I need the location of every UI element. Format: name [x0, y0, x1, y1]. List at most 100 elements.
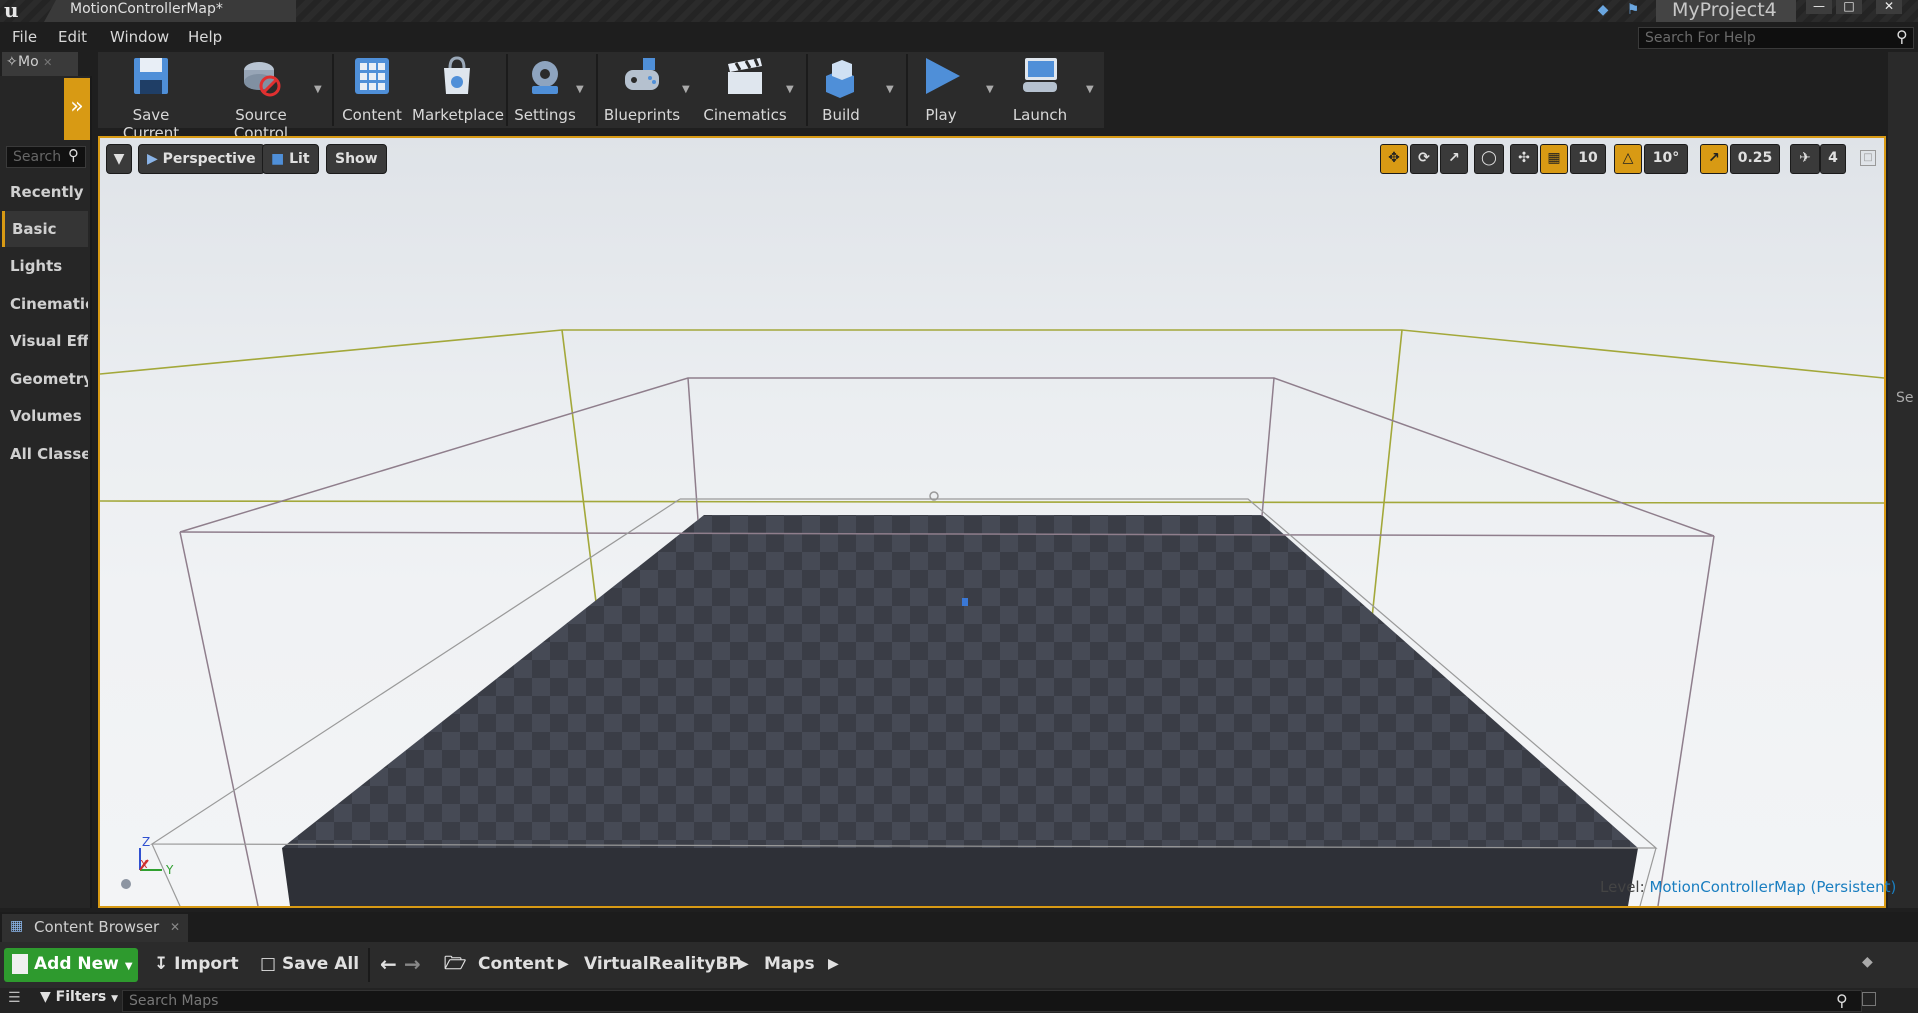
chevron-down-icon[interactable]: ▼: [1086, 84, 1096, 95]
perspective-button[interactable]: ▶ Perspective: [138, 144, 265, 174]
breadcrumb-arrow-icon[interactable]: ▶: [738, 948, 749, 980]
place-category-volumes[interactable]: Volumes: [2, 398, 88, 434]
expand-icon[interactable]: »: [64, 78, 90, 140]
details-panel-strip: [1888, 52, 1918, 908]
scale-snap-icon[interactable]: ↗: [1700, 144, 1728, 174]
translate-icon[interactable]: ✥: [1380, 144, 1408, 174]
place-category-geometry[interactable]: Geometry: [2, 361, 88, 397]
launch-label: Launch: [1012, 106, 1068, 124]
filters-label: Filters: [55, 989, 107, 1005]
content-browser-tab[interactable]: Content Browser: [2, 914, 188, 942]
breadcrumb-arrow-icon[interactable]: ▶: [558, 948, 569, 980]
source-control-button[interactable]: Source Control: [208, 54, 314, 142]
blueprints-icon: [625, 58, 659, 90]
search-icon[interactable]: ⚲: [1836, 991, 1848, 1010]
unreal-logo-icon: u: [4, 0, 19, 22]
add-new-label: Add New: [34, 954, 119, 974]
close-icon[interactable]: ✕: [170, 920, 180, 934]
place-category-basic[interactable]: Basic: [2, 211, 88, 247]
launch-button[interactable]: Launch: [1008, 54, 1072, 124]
rotate-icon[interactable]: ⟳: [1410, 144, 1438, 174]
chevron-down-icon[interactable]: ▼: [886, 84, 896, 95]
level-indicator: Level: MotionControllerMap (Persistent): [1600, 878, 1896, 896]
sources-panel-icon[interactable]: ☰: [8, 990, 21, 1006]
search-icon[interactable]: ⚲: [68, 146, 79, 164]
breadcrumb-arrow-icon[interactable]: ▶: [828, 948, 839, 980]
help-icon: [121, 879, 131, 889]
chevron-down-icon[interactable]: ▼: [314, 84, 324, 95]
chevron-down-icon[interactable]: ▼: [576, 84, 586, 95]
folder-icon: 🗁: [444, 953, 467, 974]
maximize-icon[interactable]: □: [1836, 0, 1862, 14]
chevron-down-icon: ▼: [111, 994, 119, 1004]
marketplace-button[interactable]: Marketplace: [412, 54, 504, 124]
lock-icon[interactable]: ◆: [1862, 954, 1873, 970]
document-tab[interactable]: MotionControllerMap*: [44, 0, 296, 22]
chevron-down-icon[interactable]: ▼: [986, 84, 996, 95]
place-category-all-classes[interactable]: All Classes: [2, 436, 88, 472]
menu-help[interactable]: Help: [188, 28, 222, 46]
place-category-lights[interactable]: Lights: [2, 248, 88, 284]
place-category-visual-effects[interactable]: Visual Effects: [2, 323, 88, 359]
build-button[interactable]: Build: [814, 54, 868, 124]
back-arrow-icon[interactable]: ←: [380, 948, 397, 982]
close-icon[interactable]: ✕: [43, 56, 52, 69]
show-button[interactable]: Show: [326, 144, 387, 174]
search-maps-input[interactable]: Search Maps: [122, 990, 1862, 1012]
place-category-cinematic[interactable]: Cinematic: [2, 286, 88, 322]
player-start-icon[interactable]: [962, 598, 968, 606]
menu-file[interactable]: File: [12, 28, 37, 46]
menu-window[interactable]: Window: [110, 28, 169, 46]
save-search-icon[interactable]: [1862, 992, 1876, 1006]
menu-edit[interactable]: Edit: [58, 28, 87, 46]
save-current-button[interactable]: Save Current: [104, 54, 198, 142]
chevron-down-icon[interactable]: ▼: [786, 84, 796, 95]
content-browser-tabbar: [0, 912, 1918, 942]
content-browser-icon: ▦: [10, 918, 24, 934]
place-category-recently-placed[interactable]: Recently Placed: [2, 174, 88, 210]
surface-snap-icon[interactable]: ✣: [1510, 144, 1538, 174]
minimize-icon[interactable]: —: [1806, 0, 1832, 14]
toolbar-separator: [906, 54, 908, 126]
content-button[interactable]: Content: [340, 54, 404, 124]
import-icon: ↧: [154, 954, 169, 974]
save-all-button[interactable]: □ Save All: [260, 948, 359, 982]
scale-icon[interactable]: ↗: [1440, 144, 1468, 174]
modes-icon: ✧: [6, 54, 18, 70]
forward-arrow-icon[interactable]: →: [404, 948, 421, 982]
settings-button[interactable]: Settings: [512, 54, 578, 124]
axis-gizmo: Z X Y: [121, 835, 174, 889]
breadcrumb-content[interactable]: Content: [478, 948, 554, 982]
scale-snap-value[interactable]: 0.25: [1730, 144, 1780, 174]
grid-snap-icon[interactable]: ▦: [1540, 144, 1568, 174]
grid-snap-value[interactable]: 10: [1570, 144, 1606, 174]
filters-button[interactable]: ▼ Filters ▼: [40, 989, 118, 1005]
cinematics-button[interactable]: Cinematics: [702, 54, 788, 124]
details-panel-label[interactable]: Se: [1896, 390, 1914, 406]
viewport-options-button[interactable]: ▼: [106, 144, 132, 174]
camera-icon: ▶: [147, 151, 158, 167]
chevron-down-icon[interactable]: ▼: [682, 84, 692, 95]
level-viewport[interactable]: Z X Y: [98, 136, 1886, 908]
world-space-icon[interactable]: ◯: [1474, 144, 1504, 174]
lit-button[interactable]: ■ Lit: [262, 144, 319, 174]
content-browser-tab-label: Content Browser: [34, 918, 160, 936]
camera-speed-icon[interactable]: ✈: [1790, 144, 1820, 174]
chat-icon[interactable]: ◆: [1594, 2, 1612, 18]
play-button[interactable]: Play: [912, 54, 970, 124]
close-icon[interactable]: ✕: [1876, 0, 1902, 14]
cinematics-label: Cinematics: [703, 106, 787, 124]
rotation-snap-value[interactable]: 10°: [1644, 144, 1688, 174]
camera-speed-value[interactable]: 4: [1820, 144, 1846, 174]
blueprints-button[interactable]: Blueprints: [600, 54, 684, 124]
play-icon: [926, 58, 960, 94]
search-icon[interactable]: ⚲: [1896, 27, 1908, 46]
lit-label: Lit: [289, 151, 310, 167]
maximize-viewport-icon[interactable]: □: [1860, 150, 1876, 166]
rotation-snap-icon[interactable]: △: [1614, 144, 1642, 174]
breadcrumb-maps[interactable]: Maps: [764, 948, 815, 982]
help-search-input[interactable]: Search For Help: [1638, 27, 1914, 49]
import-button[interactable]: ↧ Import: [154, 948, 239, 982]
breadcrumb-virtualrealitybp[interactable]: VirtualRealityBP: [584, 948, 741, 982]
notification-icon[interactable]: ⚑: [1624, 2, 1642, 18]
